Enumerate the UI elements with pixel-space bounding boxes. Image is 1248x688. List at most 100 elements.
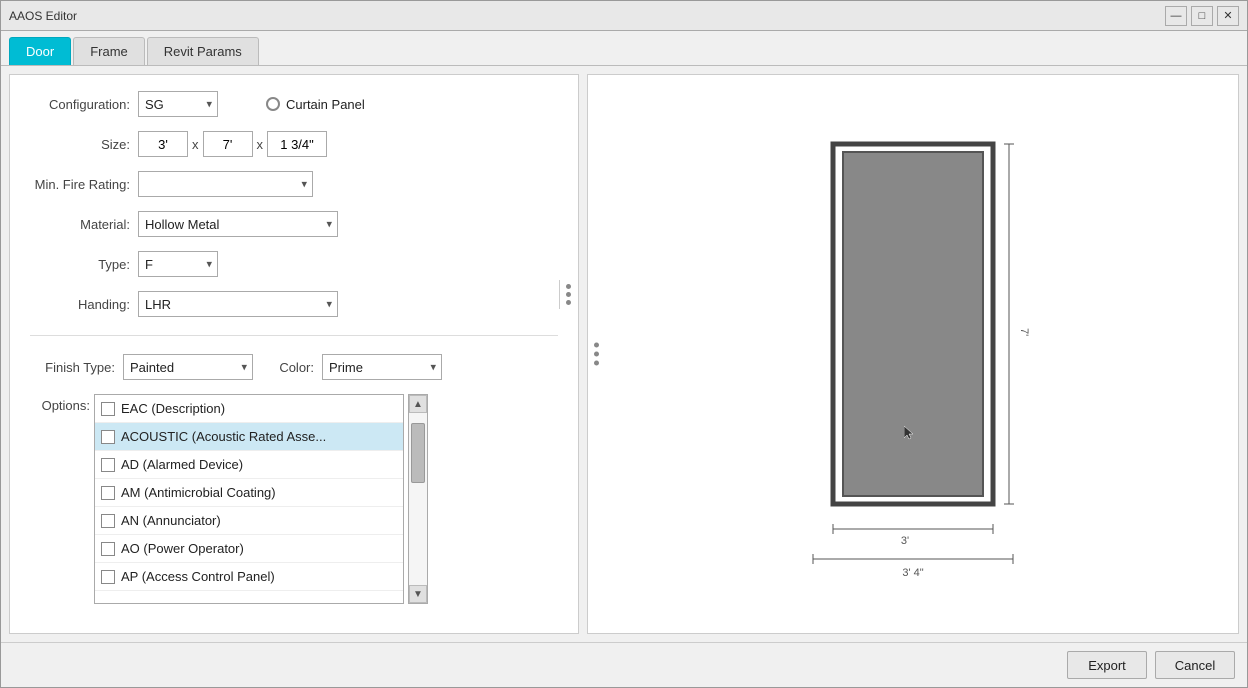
color-dropdown-wrapper: Prime White Black Gray xyxy=(322,354,442,380)
svg-text:3': 3' xyxy=(901,535,909,547)
material-dropdown-wrapper: Hollow Metal Wood Glass Aluminum xyxy=(138,211,338,237)
option-text-ap: AP (Access Control Panel) xyxy=(121,569,275,584)
dot1 xyxy=(566,284,571,289)
color-select[interactable]: Prime White Black Gray xyxy=(322,354,442,380)
panel-dot2 xyxy=(594,352,599,357)
svg-text:7': 7' xyxy=(1018,328,1030,336)
dot2 xyxy=(566,292,571,297)
configuration-dropdown-wrapper: SG PR DB xyxy=(138,91,218,117)
type-dropdown-wrapper: F G H xyxy=(138,251,218,277)
options-container: EAC (Description) ACOUSTIC (Acoustic Rat… xyxy=(94,394,428,604)
content-area: Door Frame Revit Params Configuration: S… xyxy=(1,31,1247,687)
size-height-input[interactable] xyxy=(203,131,253,157)
curtain-panel-label: Curtain Panel xyxy=(286,97,365,112)
tab-bar: Door Frame Revit Params xyxy=(1,31,1247,66)
window-controls: — □ ✕ xyxy=(1165,6,1239,26)
size-width-input[interactable] xyxy=(138,131,188,157)
option-text-an: AN (Annunciator) xyxy=(121,513,221,528)
cursor-indicator xyxy=(904,426,918,443)
curtain-panel-radio[interactable] xyxy=(266,97,280,111)
type-select[interactable]: F G H xyxy=(138,251,218,277)
list-item[interactable]: AP (Access Control Panel) xyxy=(95,563,403,591)
tab-revit-params[interactable]: Revit Params xyxy=(147,37,259,65)
main-window: AAOS Editor — □ ✕ Door Frame Revit Param… xyxy=(0,0,1248,688)
option-checkbox-am[interactable] xyxy=(101,486,115,500)
option-checkbox-an[interactable] xyxy=(101,514,115,528)
handing-dropdown-wrapper: LHR LH RHR RH xyxy=(138,291,338,317)
size-thickness-input[interactable] xyxy=(267,131,327,157)
finish-type-dropdown-wrapper: Painted Galvanized Primed xyxy=(123,354,253,380)
panel-separator xyxy=(559,280,577,309)
left-panel: Configuration: SG PR DB Curtain Panel xyxy=(9,74,579,634)
option-checkbox-ap[interactable] xyxy=(101,570,115,584)
list-item[interactable]: ACOUSTIC (Acoustic Rated Asse... xyxy=(95,423,403,451)
list-item[interactable]: AD (Alarmed Device) xyxy=(95,451,403,479)
panel-dots xyxy=(594,343,599,366)
list-item[interactable]: EAC (Description) xyxy=(95,395,403,423)
color-label: Color: xyxy=(269,360,314,375)
bottom-bar: Export Cancel xyxy=(1,642,1247,687)
material-select[interactable]: Hollow Metal Wood Glass Aluminum xyxy=(138,211,338,237)
fire-rating-dropdown-wrapper: 20 min 45 min 60 min 90 min xyxy=(138,171,313,197)
window-title: AAOS Editor xyxy=(9,9,77,23)
minimize-button[interactable]: — xyxy=(1165,6,1187,26)
finish-type-label: Finish Type: xyxy=(30,360,115,375)
options-label: Options: xyxy=(30,398,90,413)
fire-rating-row: Min. Fire Rating: 20 min 45 min 60 min 9… xyxy=(30,171,558,197)
scroll-track xyxy=(409,413,427,585)
list-item[interactable]: AO (Power Operator) xyxy=(95,535,403,563)
size-inputs: x x xyxy=(138,131,327,157)
option-text-am: AM (Antimicrobial Coating) xyxy=(121,485,276,500)
option-checkbox-acoustic[interactable] xyxy=(101,430,115,444)
finish-row: Finish Type: Painted Galvanized Primed C… xyxy=(30,354,558,380)
size-label: Size: xyxy=(30,137,130,152)
dot3 xyxy=(566,300,571,305)
options-list[interactable]: EAC (Description) ACOUSTIC (Acoustic Rat… xyxy=(94,394,404,604)
fire-rating-select[interactable]: 20 min 45 min 60 min 90 min xyxy=(138,171,313,197)
scroll-up-button[interactable]: ▲ xyxy=(409,395,427,413)
cancel-button[interactable]: Cancel xyxy=(1155,651,1235,679)
right-panel: 7' 3' 3' 4" xyxy=(587,74,1239,634)
option-checkbox-eac[interactable] xyxy=(101,402,115,416)
scroll-down-button[interactable]: ▼ xyxy=(409,585,427,603)
title-bar: AAOS Editor — □ ✕ xyxy=(1,1,1247,31)
option-text-acoustic: ACOUSTIC (Acoustic Rated Asse... xyxy=(121,429,326,444)
panel-dot3 xyxy=(594,361,599,366)
material-row: Material: Hollow Metal Wood Glass Alumin… xyxy=(30,211,558,237)
list-item[interactable]: AN (Annunciator) xyxy=(95,507,403,535)
options-row: Options: EAC (Description) ACOUSTIC (Aco… xyxy=(30,394,558,604)
type-label: Type: xyxy=(30,257,130,272)
size-x1: x xyxy=(192,137,199,152)
configuration-row: Configuration: SG PR DB Curtain Panel xyxy=(30,91,558,117)
export-button[interactable]: Export xyxy=(1067,651,1147,679)
configuration-label: Configuration: xyxy=(30,97,130,112)
option-checkbox-ao[interactable] xyxy=(101,542,115,556)
option-checkbox-ad[interactable] xyxy=(101,458,115,472)
options-scrollbar[interactable]: ▲ ▼ xyxy=(408,394,428,604)
handing-row: Handing: LHR LH RHR RH xyxy=(30,291,558,317)
curtain-panel-option: Curtain Panel xyxy=(266,97,365,112)
maximize-button[interactable]: □ xyxy=(1191,6,1213,26)
close-button[interactable]: ✕ xyxy=(1217,6,1239,26)
option-text-ao: AO (Power Operator) xyxy=(121,541,244,556)
list-item[interactable]: AM (Antimicrobial Coating) xyxy=(95,479,403,507)
tab-door[interactable]: Door xyxy=(9,37,71,65)
finish-type-select[interactable]: Painted Galvanized Primed xyxy=(123,354,253,380)
tab-frame[interactable]: Frame xyxy=(73,37,145,65)
main-area: Configuration: SG PR DB Curtain Panel xyxy=(1,66,1247,642)
svg-text:3' 4": 3' 4" xyxy=(902,567,923,579)
configuration-select[interactable]: SG PR DB xyxy=(138,91,218,117)
size-x2: x xyxy=(257,137,264,152)
handing-select[interactable]: LHR LH RHR RH xyxy=(138,291,338,317)
option-text-eac: EAC (Description) xyxy=(121,401,225,416)
material-label: Material: xyxy=(30,217,130,232)
type-row: Type: F G H xyxy=(30,251,558,277)
scroll-thumb[interactable] xyxy=(411,423,425,483)
option-text-ad: AD (Alarmed Device) xyxy=(121,457,243,472)
handing-label: Handing: xyxy=(30,297,130,312)
size-row: Size: x x xyxy=(30,131,558,157)
panel-dot1 xyxy=(594,343,599,348)
divider xyxy=(30,335,558,336)
fire-rating-label: Min. Fire Rating: xyxy=(30,177,130,192)
door-diagram-svg: 7' 3' 3' 4" xyxy=(753,114,1073,594)
